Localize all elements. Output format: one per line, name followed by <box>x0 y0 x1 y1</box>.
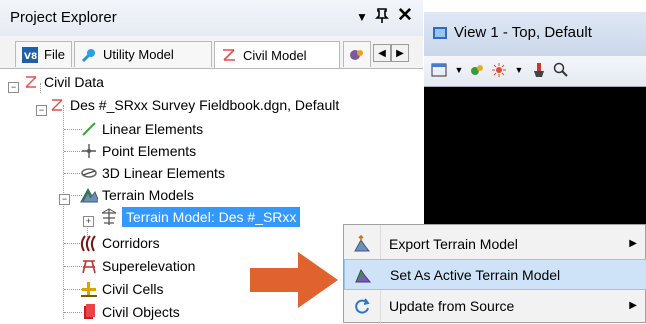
civil-cells-icon <box>80 280 98 298</box>
utility-icon <box>81 47 97 63</box>
close-icon[interactable]: ✕ <box>397 4 413 27</box>
3d-linear-icon <box>80 164 98 182</box>
export-terrain-icon <box>352 234 372 254</box>
point-icon <box>80 142 98 160</box>
lighting-icon[interactable] <box>490 61 508 79</box>
active-terrain-icon <box>353 265 373 285</box>
view-titlebar: View 1 - Top, Default <box>424 12 646 57</box>
tree-item-civil-data[interactable]: Civil Data <box>22 71 104 93</box>
tree-item-3d-linear-elements[interactable]: 3D Linear Elements <box>80 162 225 184</box>
terrain-models-icon <box>80 186 98 204</box>
tree-item-terrain-models[interactable]: Terrain Models <box>80 184 194 206</box>
tab-overflow[interactable] <box>343 41 371 67</box>
explorer-tabs: V8 File Utility Model Civil Model ◀ ▶ <box>0 36 423 69</box>
collapse-toggle[interactable]: − <box>36 105 47 116</box>
display-style-icon[interactable] <box>468 61 486 79</box>
collapse-toggle[interactable]: − <box>59 194 70 205</box>
superelevation-icon <box>80 257 98 275</box>
tab-scroll-left-button[interactable]: ◀ <box>373 44 391 62</box>
linear-icon <box>80 120 98 138</box>
chevron-down-icon[interactable]: ▼ <box>510 61 528 79</box>
paint-icon[interactable] <box>530 61 548 79</box>
tree-item-terrain-model-selected[interactable]: Terrain Model: Des #_SRxx <box>100 206 301 228</box>
chevron-down-icon[interactable]: ▼ <box>450 61 468 79</box>
tree-item-point-elements[interactable]: Point Elements <box>80 140 196 162</box>
tab-utility-model[interactable]: Utility Model <box>74 41 212 67</box>
project-explorer-titlebar: Project Explorer ▼ ✕ <box>0 0 423 37</box>
tab-file[interactable]: V8 File <box>15 41 72 67</box>
svg-text:V8: V8 <box>24 52 37 62</box>
civil-icon <box>221 47 237 63</box>
v8-icon: V8 <box>22 46 38 63</box>
civil-model-icon <box>48 96 66 114</box>
tree-item-superelevation[interactable]: Superelevation <box>80 255 195 277</box>
view-title: View 1 - Top, Default <box>454 24 592 41</box>
tree-item-linear-elements[interactable]: Linear Elements <box>80 118 203 140</box>
context-menu: Export Terrain Model ▶ Set As Active Ter… <box>343 224 646 324</box>
tree-item-civil-objects[interactable]: Civil Objects <box>80 301 180 323</box>
civil-data-icon <box>22 73 40 91</box>
zoom-icon[interactable] <box>552 61 570 79</box>
submenu-arrow-icon: ▶ <box>629 238 637 249</box>
tab-scroll-right-button[interactable]: ▶ <box>391 44 409 62</box>
menu-item-set-as-active-terrain-model[interactable]: Set As Active Terrain Model <box>344 259 646 290</box>
view-icon <box>432 25 448 44</box>
callout-arrow <box>250 250 340 313</box>
menu-item-update-from-source[interactable]: Update from Source ▶ <box>344 290 646 321</box>
pin-icon[interactable] <box>375 8 389 29</box>
menu-item-export-terrain-model[interactable]: Export Terrain Model ▶ <box>344 228 646 259</box>
corridors-icon <box>80 234 98 252</box>
expand-toggle[interactable]: + <box>83 216 94 227</box>
tab-civil-model[interactable]: Civil Model <box>214 41 340 68</box>
collapse-toggle[interactable]: − <box>8 82 19 93</box>
tree-item-dgn-file[interactable]: Des #_SRxx Survey Fieldbook.dgn, Default <box>48 94 339 116</box>
refresh-icon <box>352 296 372 316</box>
civil-objects-icon <box>80 303 98 321</box>
view-toolbar: ▼ ▼ <box>424 56 646 87</box>
panel-title: Project Explorer <box>10 9 117 26</box>
panel-dropdown-icon[interactable]: ▼ <box>356 10 368 24</box>
tree-item-civil-cells[interactable]: Civil Cells <box>80 278 163 300</box>
view-attributes-icon[interactable] <box>430 61 448 79</box>
tool-settings-icon <box>348 47 364 63</box>
submenu-arrow-icon: ▶ <box>629 300 637 311</box>
terrain-model-icon <box>100 208 118 226</box>
tree-item-corridors[interactable]: Corridors <box>80 232 160 254</box>
